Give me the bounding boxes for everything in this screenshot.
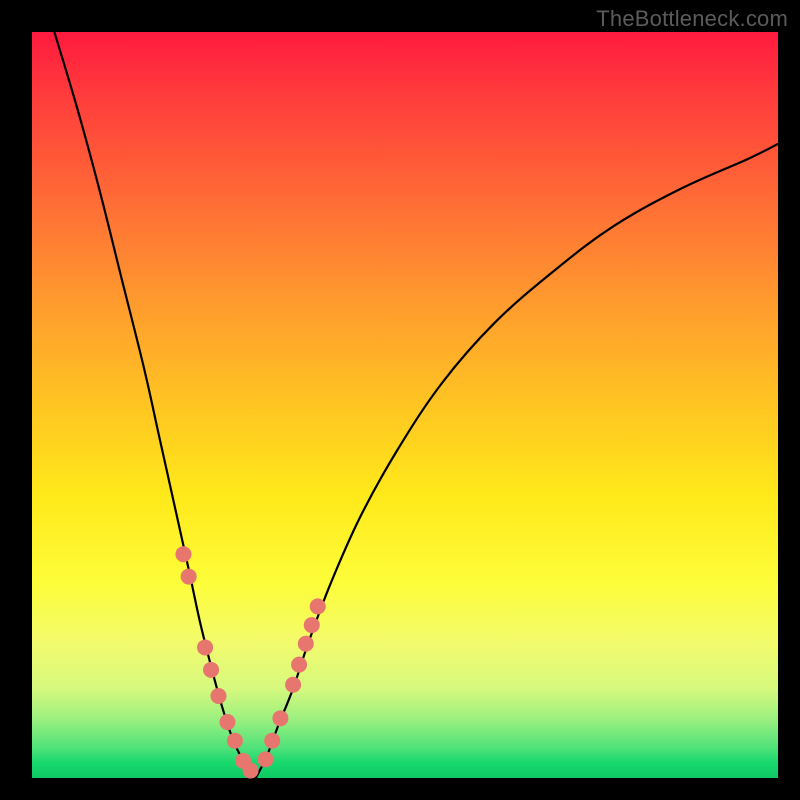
plot-area: [32, 32, 778, 778]
data-point: [310, 598, 326, 614]
chart-svg: [32, 32, 778, 778]
data-point: [298, 636, 314, 652]
curve-left-branch: [54, 32, 255, 778]
data-point: [211, 688, 227, 704]
beads-right-group: [258, 598, 326, 767]
watermark-text: TheBottleneck.com: [596, 6, 788, 32]
curve-right-branch: [256, 144, 778, 778]
data-point: [258, 751, 274, 767]
data-point: [264, 733, 280, 749]
data-point: [291, 657, 307, 673]
data-point: [227, 733, 243, 749]
data-point: [181, 569, 197, 585]
data-point: [175, 546, 191, 562]
chart-frame: TheBottleneck.com: [0, 0, 800, 800]
data-point: [285, 677, 301, 693]
data-point: [272, 710, 288, 726]
data-point: [304, 617, 320, 633]
data-point: [203, 662, 219, 678]
data-point: [197, 639, 213, 655]
data-point: [243, 763, 259, 779]
data-point: [219, 714, 235, 730]
beads-left-group: [175, 546, 258, 778]
